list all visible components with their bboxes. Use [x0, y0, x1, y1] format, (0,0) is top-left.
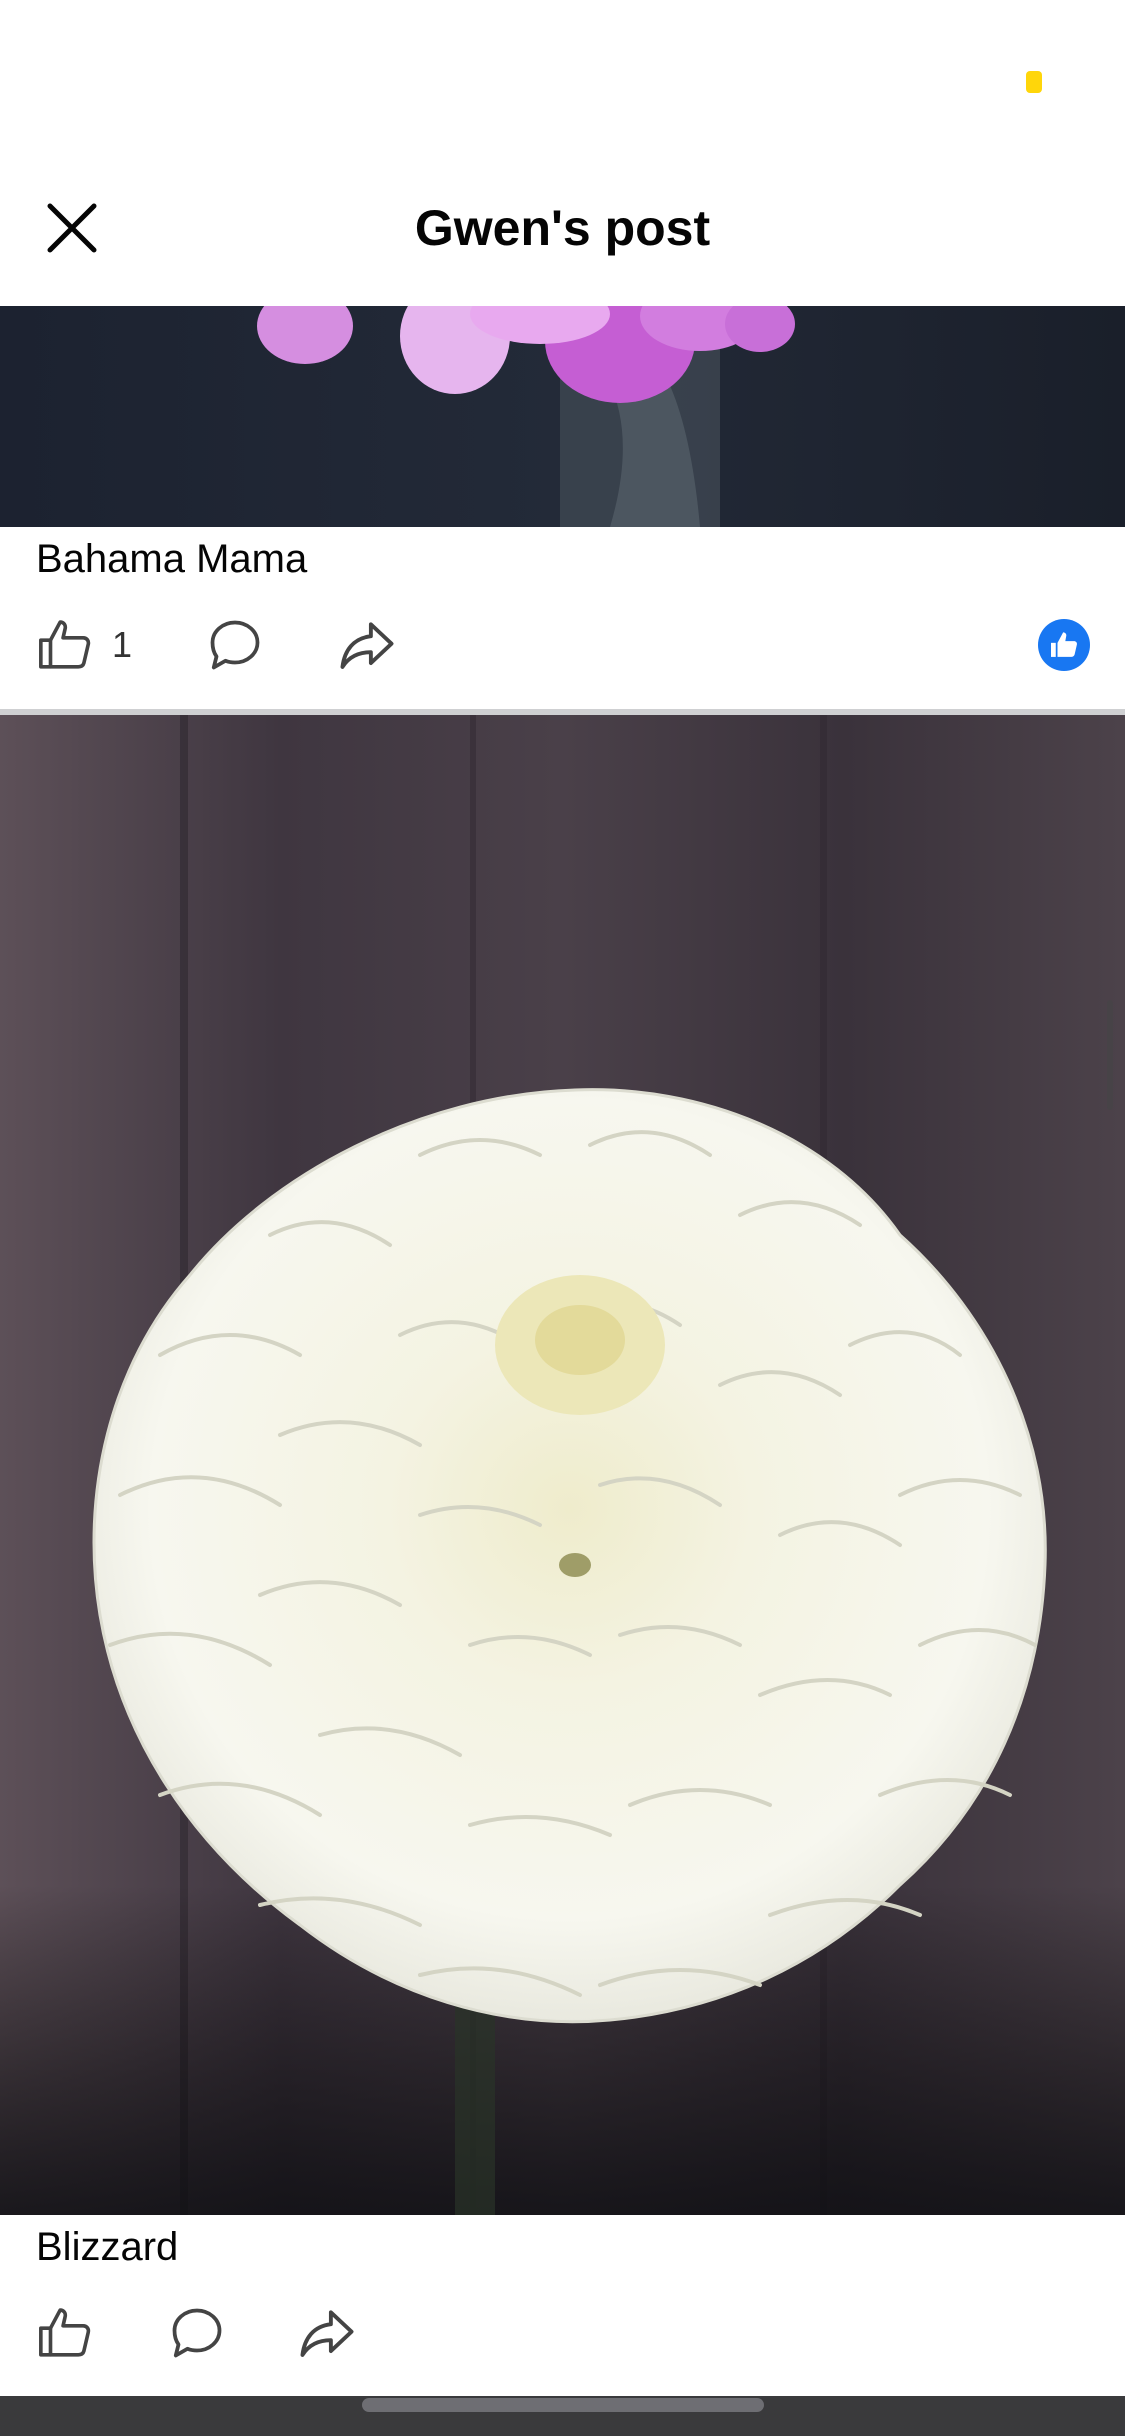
scrollbar[interactable]	[1107, 1000, 1113, 1110]
share-button[interactable]	[296, 2298, 358, 2368]
comment-button[interactable]	[205, 610, 265, 680]
share-button[interactable]	[336, 610, 398, 680]
post-photo-bahama-mama[interactable]	[0, 306, 1125, 527]
reaction-summary[interactable]	[1038, 610, 1090, 680]
share-icon	[340, 622, 394, 669]
pink-dahlia-image	[0, 306, 1125, 527]
like-icon	[39, 2308, 91, 2357]
share-icon	[300, 2310, 354, 2357]
post-caption: Blizzard	[36, 2225, 179, 2269]
like-button[interactable]	[36, 2298, 112, 2368]
post-caption: Bahama Mama	[36, 537, 308, 581]
status-indicator-dot	[1026, 71, 1042, 93]
post-actions: 1	[0, 600, 1125, 690]
status-bar	[0, 0, 1125, 150]
post-photo-blizzard[interactable]	[0, 715, 1125, 2215]
white-dahlia-image	[0, 715, 1125, 2215]
post-header: Gwen's post	[0, 150, 1125, 307]
comment-icon	[172, 2308, 222, 2358]
like-button[interactable]: 1	[36, 610, 132, 680]
page-title: Gwen's post	[414, 200, 711, 256]
comment-icon	[210, 620, 260, 670]
comment-button[interactable]	[167, 2298, 227, 2368]
like-reaction-icon	[1038, 619, 1090, 671]
like-count: 1	[112, 624, 133, 665]
post-actions	[0, 2288, 1125, 2378]
home-indicator[interactable]	[362, 2398, 764, 2412]
like-icon	[39, 620, 91, 669]
